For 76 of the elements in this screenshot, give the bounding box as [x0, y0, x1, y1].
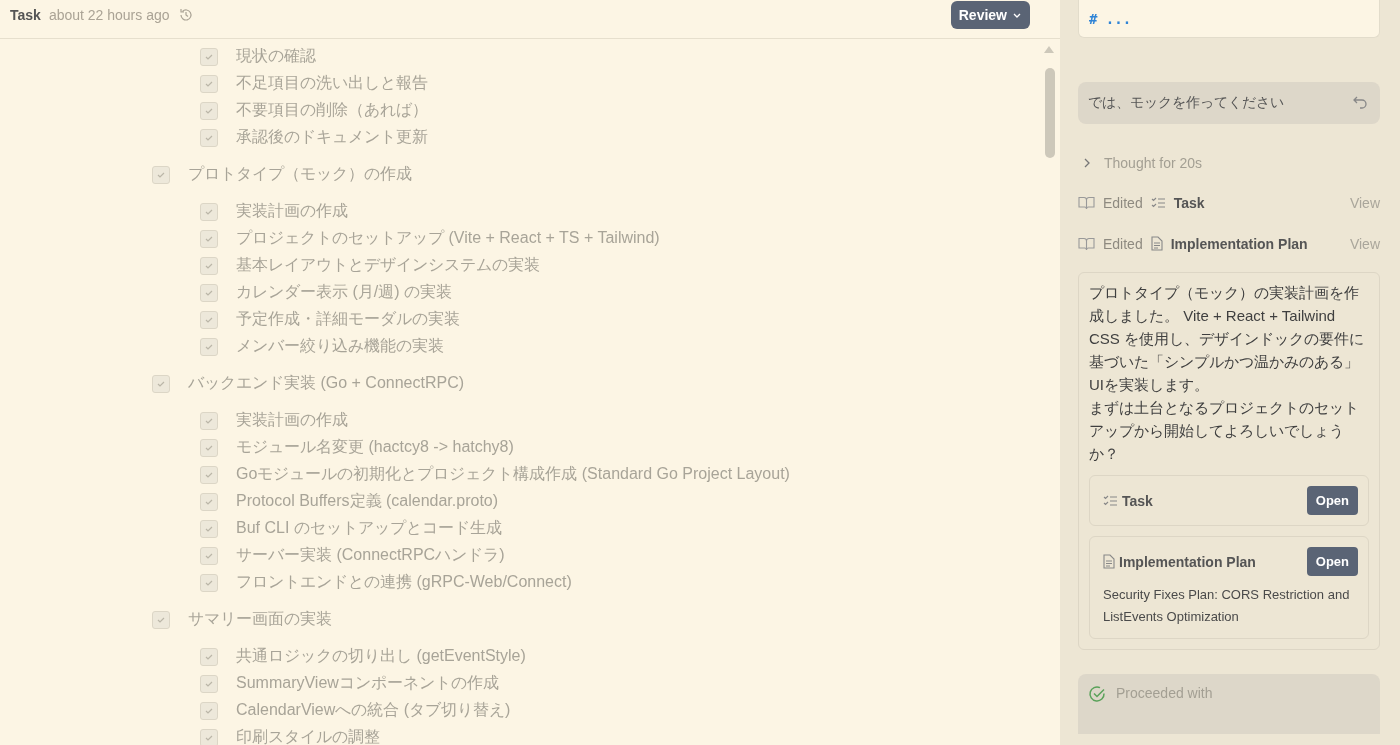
- code-text: # ...: [1089, 11, 1132, 27]
- checkbox[interactable]: [200, 47, 218, 66]
- task-label: モジュール名変更 (hactcy8 -> hatchy8): [236, 437, 514, 457]
- reply-text: プロトタイプ（モック）の実装計画を作成しました。 Vite + React + Tailwind CSS を使用し、デザインドックの要件に基づいた「シンプルかつ温かみのある」UIを実装します。: [1089, 283, 1365, 395]
- checkbox[interactable]: [200, 128, 218, 147]
- checkbox[interactable]: [200, 283, 218, 302]
- task-label: Goモジュールの初期化とプロジェクト構成作成 (Standard Go Project Layout): [236, 464, 790, 484]
- page-title: Task: [10, 7, 41, 23]
- edit-target: Task: [1173, 194, 1205, 211]
- message-text: では、モックを作ってください: [1088, 94, 1284, 112]
- task-label: 承認後のドキュメント更新: [236, 127, 428, 147]
- checkbox[interactable]: [200, 701, 218, 720]
- checkbox[interactable]: [200, 438, 218, 457]
- task-label: 現状の確認: [236, 46, 316, 66]
- checkbox[interactable]: [200, 101, 218, 120]
- open-button[interactable]: Open: [1306, 547, 1358, 576]
- task-label: 基本レイアウトとデザインシステムの実装: [236, 255, 540, 275]
- task-label: サーバー実装 (ConnectRPCハンドラ): [236, 545, 505, 565]
- task-label: カレンダー表示 (月/週) の実装: [236, 282, 452, 302]
- checkbox[interactable]: [152, 374, 170, 393]
- checkbox[interactable]: [200, 492, 218, 511]
- checkbox[interactable]: [200, 573, 218, 592]
- task-label: Protocol Buffers定義 (calendar.proto): [236, 491, 499, 511]
- task-label: 共通ロジックの切り出し (getEventStyle): [236, 646, 526, 666]
- book-icon: [1078, 236, 1095, 251]
- task-label: 予定作成・詳細モーダルの実装: [236, 309, 460, 329]
- task-label: 実装計画の作成: [236, 410, 348, 430]
- artifact-description: Security Fixes Plan: CORS Restriction and ListEvents Optimization: [1103, 586, 1351, 626]
- checkbox[interactable]: [152, 610, 170, 629]
- checkbox[interactable]: [200, 337, 218, 356]
- task-label: サマリー画面の実装: [188, 609, 332, 629]
- checkbox[interactable]: [200, 674, 218, 693]
- task-label: 印刷スタイルの調整: [236, 727, 380, 745]
- chevron-icon: [1082, 158, 1092, 168]
- open-button[interactable]: Open: [1306, 486, 1358, 515]
- task-label: 不足項目の洗い出しと報告: [236, 73, 428, 93]
- checkbox[interactable]: [200, 310, 218, 329]
- checklist-icon: [1150, 196, 1166, 209]
- edit-action: Edited: [1103, 194, 1143, 211]
- checkbox[interactable]: [200, 411, 218, 430]
- undo-icon[interactable]: [1352, 96, 1368, 110]
- timestamp: about 22 hours ago: [48, 7, 170, 23]
- checkbox[interactable]: [200, 256, 218, 275]
- book-icon: [1078, 195, 1095, 210]
- review-button[interactable]: Review: [950, 1, 1030, 29]
- task-label: フロントエンドとの連携 (gRPC-Web/Connect): [236, 572, 572, 592]
- task-label: メンバー絞り込み機能の実装: [236, 336, 444, 356]
- checkbox[interactable]: [200, 74, 218, 93]
- reply-text: まずは土台となるプロジェクトのセットアップから開始してよろしいでしょうか？: [1089, 398, 1360, 464]
- task-label: プロトタイプ（モック）の作成: [188, 164, 412, 184]
- checkbox[interactable]: [152, 165, 170, 184]
- artifact-title: Task: [1122, 492, 1153, 509]
- checkbox[interactable]: [200, 465, 218, 484]
- task-label: SummaryViewコンポーネントの作成: [236, 673, 499, 693]
- checkbox[interactable]: [200, 202, 218, 221]
- checkbox[interactable]: [200, 728, 218, 745]
- edit-action: Edited: [1103, 235, 1143, 252]
- artifact-title: Implementation Plan: [1119, 553, 1256, 570]
- task-label: 不要項目の削除（あれば）: [236, 100, 428, 120]
- task-label: CalendarViewへの統合 (タブ切り替え): [236, 700, 511, 720]
- checkbox[interactable]: [200, 546, 218, 565]
- task-label: 実装計画の作成: [236, 201, 348, 221]
- checkbox[interactable]: [200, 229, 218, 248]
- checkbox[interactable]: [200, 519, 218, 538]
- history-icon: [177, 7, 194, 23]
- task-label: Buf CLI のセットアップとコード生成: [236, 518, 502, 538]
- checklist-icon: [1103, 494, 1118, 507]
- checkbox[interactable]: [200, 647, 218, 666]
- task-label: プロジェクトのセットアップ (Vite + React + TS + Tailwind): [236, 228, 660, 248]
- scroll-up-icon[interactable]: [1043, 44, 1055, 54]
- scrollbar-thumb[interactable]: [1045, 68, 1055, 158]
- document-icon: [1103, 554, 1115, 569]
- task-label: バックエンド実装 (Go + ConnectRPC): [188, 373, 465, 393]
- edit-target: Implementation Plan: [1170, 235, 1308, 252]
- document-icon: [1150, 236, 1163, 251]
- status-text: Proceeded with: [1116, 685, 1213, 701]
